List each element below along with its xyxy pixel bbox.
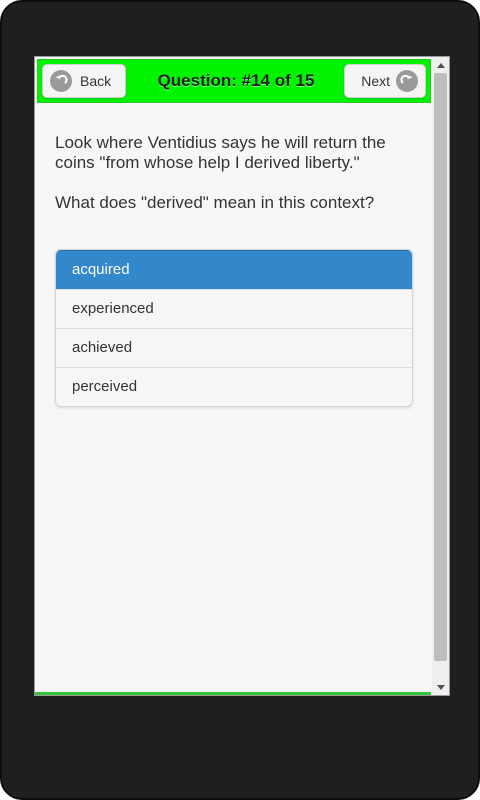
header-bar: Back Question: #14 of 15 Next — [37, 59, 431, 103]
back-button-label: Back — [80, 73, 112, 89]
scrollbar-thumb[interactable] — [434, 73, 447, 661]
question-text: Look where Ventidius says he will return… — [55, 133, 386, 172]
bottom-divider — [35, 692, 431, 695]
answer-choice[interactable]: acquired — [56, 250, 412, 289]
question-content: Look where Ventidius says he will return… — [55, 133, 405, 213]
next-button[interactable]: Next — [344, 64, 426, 98]
vertical-scrollbar[interactable] — [432, 57, 449, 695]
answer-choice[interactable]: achieved — [56, 328, 412, 367]
question-prompt: What does "derived" mean in this context… — [55, 193, 375, 212]
forward-arrow-icon — [396, 70, 418, 92]
next-button-label: Next — [361, 73, 390, 89]
scroll-down-arrow-icon[interactable] — [432, 679, 449, 695]
scroll-up-arrow-icon[interactable] — [432, 57, 449, 73]
page-title: Question: #14 of 15 — [157, 71, 315, 90]
back-arrow-icon — [50, 70, 72, 92]
answer-choices-list: acquired experienced achieved perceived — [55, 249, 413, 407]
answer-choice[interactable]: experienced — [56, 289, 412, 328]
back-button[interactable]: Back — [42, 64, 126, 98]
answer-choice[interactable]: perceived — [56, 367, 412, 406]
device-frame: Back Question: #14 of 15 Next Look where… — [0, 0, 480, 800]
app-screen: Back Question: #14 of 15 Next Look where… — [34, 56, 450, 696]
